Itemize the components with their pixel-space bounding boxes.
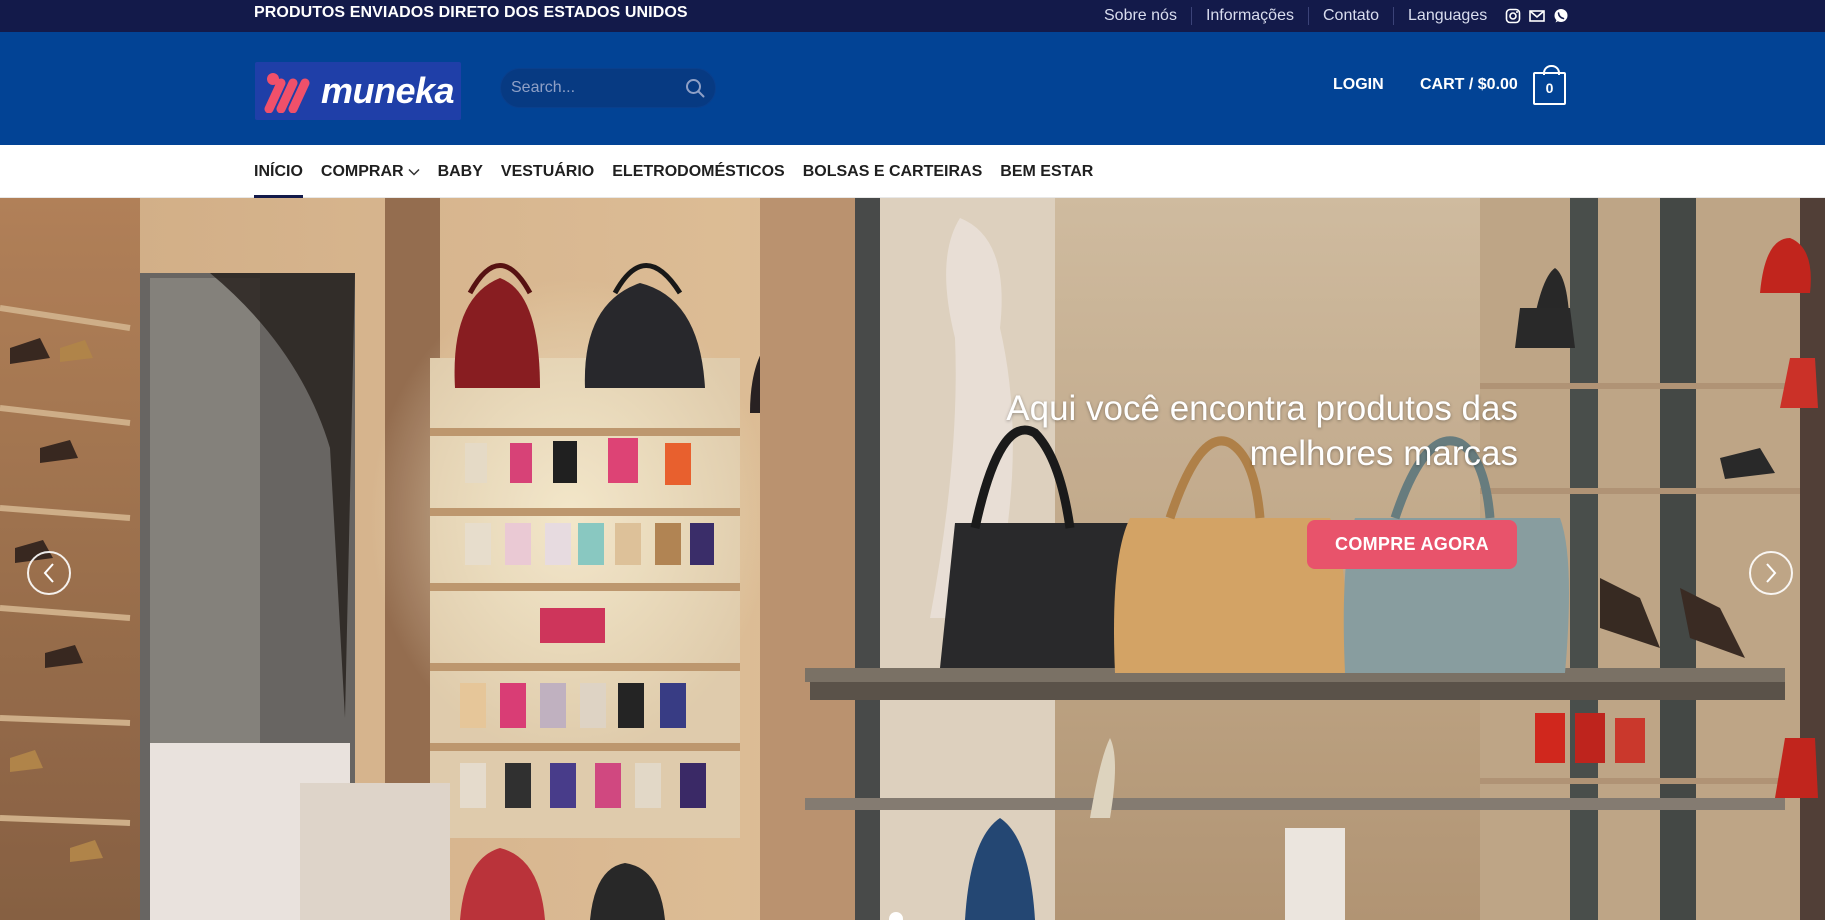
search-icon[interactable] [685, 78, 705, 103]
chevron-left-icon [43, 563, 54, 583]
top-link-info[interactable]: Informações [1190, 7, 1308, 25]
search-input[interactable] [511, 69, 671, 107]
nav-item-label: BEM ESTAR [1000, 163, 1094, 180]
top-link-contact[interactable]: Contato [1307, 7, 1393, 25]
search-box [500, 68, 716, 108]
login-link[interactable]: LOGIN [1333, 76, 1384, 94]
top-bar: PRODUTOS ENVIADOS DIRETO DOS ESTADOS UNI… [0, 0, 1825, 32]
cart-link[interactable]: CART / $0.00 [1420, 76, 1518, 94]
chevron-right-icon [1766, 563, 1777, 583]
main-nav: INÍCIO COMPRAR BABY VESTUÁRIO ELETRODOMÉ… [0, 145, 1825, 198]
nav-item-label: VESTUÁRIO [500, 163, 595, 180]
social-icons [1505, 8, 1569, 24]
nav-item-label: ELETRODOMÉSTICOS [612, 163, 785, 180]
nav-item-vestuario[interactable]: VESTUÁRIO [501, 145, 594, 198]
top-link-languages[interactable]: Languages [1393, 7, 1501, 25]
nav-item-label: COMPRAR [320, 163, 404, 180]
slider-next-button[interactable] [1749, 551, 1793, 595]
hero-headline-line-2: melhores marcas [1249, 434, 1518, 473]
nav-item-label: BOLSAS E CARTEIRAS [802, 163, 983, 180]
slider-prev-button[interactable] [27, 551, 71, 595]
shop-now-button[interactable]: COMPRE AGORA [1307, 520, 1517, 569]
instagram-icon[interactable] [1505, 8, 1521, 24]
slider-dot-active[interactable] [889, 912, 903, 920]
top-link-about[interactable]: Sobre nós [1090, 7, 1191, 25]
nav-item-inicio[interactable]: INÍCIO [254, 145, 303, 198]
hero-headline: Aqui você encontra produtos das melhores… [898, 386, 1518, 476]
shipping-promo-text: PRODUTOS ENVIADOS DIRETO DOS ESTADOS UNI… [254, 4, 688, 21]
nav-item-comprar[interactable]: COMPRAR [321, 145, 420, 198]
hero-background-image [0, 198, 1825, 920]
site-header: muneka LOGIN CART / $0.00 0 [0, 32, 1825, 145]
top-links: Sobre nós Informações Contato Languages [1090, 0, 1569, 32]
email-icon[interactable] [1529, 9, 1546, 23]
nav-item-label: BABY [437, 163, 483, 180]
logo-wordmark: muneka [321, 70, 455, 111]
cart-count-badge[interactable]: 0 [1533, 65, 1566, 105]
site-logo[interactable]: muneka [255, 62, 461, 120]
whatsapp-icon[interactable] [1553, 8, 1569, 24]
nav-item-label: INÍCIO [254, 163, 303, 180]
hero-headline-line-1: Aqui você encontra produtos das [1006, 389, 1518, 428]
chevron-down-icon [408, 168, 420, 176]
logo-mark-icon [264, 73, 310, 113]
hero-slider: Aqui você encontra produtos das melhores… [0, 198, 1825, 920]
nav-item-bem-estar[interactable]: BEM ESTAR [1000, 145, 1093, 198]
nav-item-baby[interactable]: BABY [438, 145, 483, 198]
nav-item-eletrodomesticos[interactable]: ELETRODOMÉSTICOS [612, 145, 784, 198]
nav-item-bolsas[interactable]: BOLSAS E CARTEIRAS [803, 145, 983, 198]
